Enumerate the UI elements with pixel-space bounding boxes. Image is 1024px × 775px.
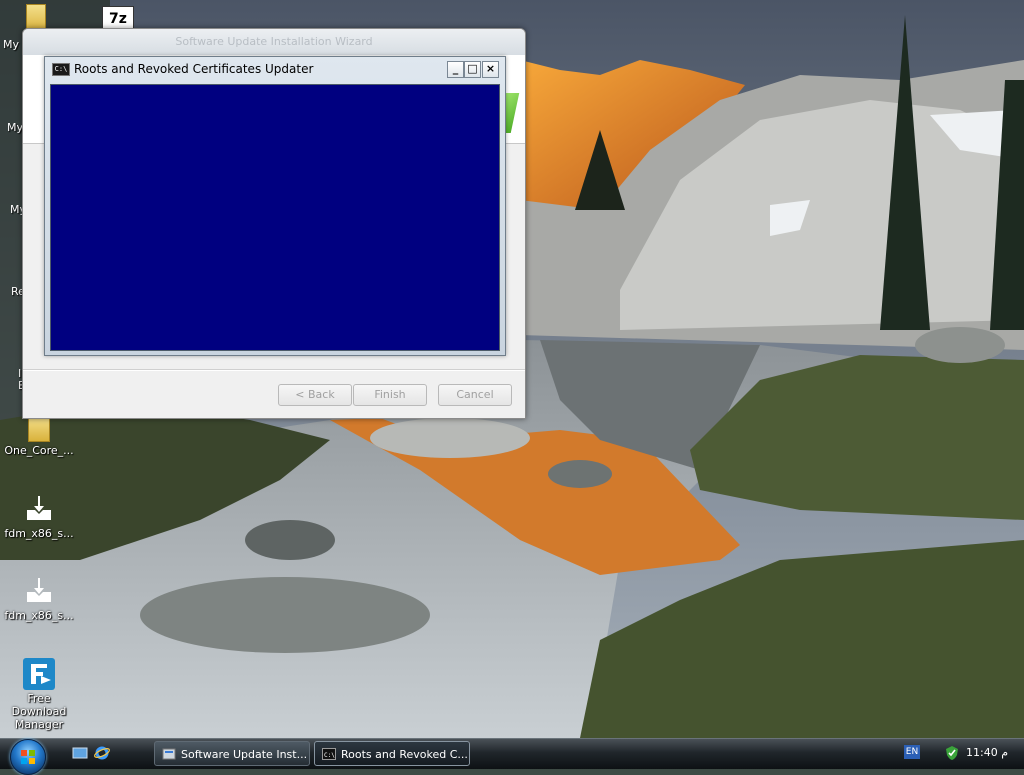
desktop-icon-label: One_Core_... [4, 444, 74, 457]
back-button[interactable]: < Back [278, 384, 352, 406]
desktop-icon-label-partial: My [3, 38, 20, 51]
internet-explorer-icon[interactable] [94, 745, 110, 761]
desktop-icon-free-download-manager[interactable]: Free Download Manager [2, 658, 76, 731]
system-clock[interactable]: 11:40 م [966, 738, 1008, 768]
taskbar-button-label: Roots and Revoked C... [341, 748, 468, 761]
language-indicator[interactable]: EN [904, 745, 920, 759]
console-titlebar[interactable]: C:\ Roots and Revoked Certificates Updat… [45, 57, 505, 81]
desktop-icon-label: Free Download Manager [11, 692, 67, 731]
finish-button[interactable]: Finish [353, 384, 427, 406]
taskbar-button-console[interactable]: C:\ Roots and Revoked C... [314, 741, 470, 766]
download-arrow-icon [27, 578, 51, 602]
windows-logo-icon [21, 750, 35, 764]
console-output-area[interactable] [50, 84, 500, 351]
security-shield-icon[interactable] [944, 745, 960, 761]
maximize-button[interactable]: □ [464, 61, 481, 78]
desktop-icon-fdm-2[interactable]: fdm_x86_s... [2, 576, 76, 622]
svg-text:C:\: C:\ [324, 752, 335, 759]
console-icon: C:\ [322, 748, 336, 760]
start-button[interactable] [10, 739, 46, 775]
desktop-icon-label: fdm_x86_s... [4, 609, 74, 622]
fdm-logo-icon [23, 658, 55, 690]
taskbar-button-label: Software Update Inst... [181, 748, 308, 761]
wizard-divider [23, 369, 525, 371]
desktop-icon-label-partial: My [7, 121, 24, 134]
wizard-titlebar[interactable]: Software Update Installation Wizard [23, 29, 525, 55]
folder-icon [28, 416, 50, 442]
minimize-button[interactable]: _ [447, 61, 464, 78]
close-button[interactable]: × [482, 61, 499, 78]
desktop-icon-label: fdm_x86_s... [4, 527, 74, 540]
certificates-updater-console-window[interactable]: C:\ Roots and Revoked Certificates Updat… [44, 56, 506, 356]
console-icon: C:\ [52, 63, 70, 76]
taskbar-button-wizard[interactable]: Software Update Inst... [154, 741, 310, 766]
desktop-icon-one-core[interactable]: One_Core_... [2, 416, 76, 457]
desktop-icon-fdm-1[interactable]: fdm_x86_s... [2, 494, 76, 540]
cancel-button[interactable]: Cancel [438, 384, 512, 406]
download-arrow-icon [27, 496, 51, 520]
show-desktop-icon[interactable] [72, 745, 88, 761]
installer-icon [162, 748, 176, 760]
console-title: Roots and Revoked Certificates Updater [74, 62, 314, 76]
